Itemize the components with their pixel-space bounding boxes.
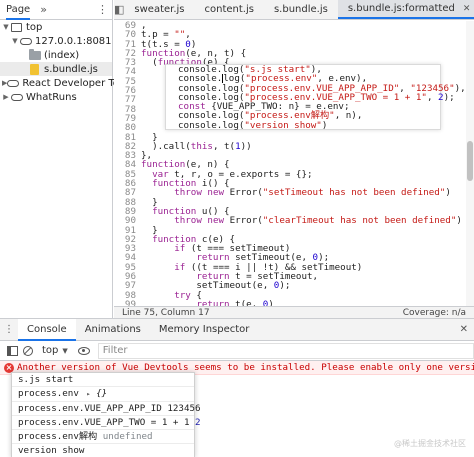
scroll-thumb[interactable] <box>467 141 473 181</box>
tree-item-label: (index) <box>44 49 80 61</box>
tree-item[interactable]: ▼ 127.0.0.1:8081 <box>0 34 112 48</box>
tree-item-label: WhatRuns <box>26 91 77 103</box>
console-log-entry[interactable]: version show <box>12 444 194 457</box>
toggle-navigator-icon[interactable]: ◧ <box>114 0 124 19</box>
tree-item-label: s.bundle.js <box>44 63 98 75</box>
log-text: process.env <box>18 388 85 400</box>
tab-console[interactable]: Console <box>18 318 76 341</box>
console-log-entry[interactable]: process.env.VUE_APP_TWO = 1 + 1 2 <box>12 416 201 431</box>
console-log-entry[interactable]: process.env.VUE_APP_APP_ID 123456 <box>12 402 201 416</box>
tree-item-label: top <box>26 21 43 33</box>
collapse-arrow-icon[interactable]: ▶ <box>2 93 10 101</box>
tree-item[interactable]: ▶ React Developer Tools <box>0 76 133 90</box>
file-icon <box>28 63 41 75</box>
file-icon <box>28 48 41 61</box>
navigator-panel: Page » ⋮ ▼ top ▼ 127.0.0.1:8081 (index) s.bun… <box>0 0 133 318</box>
editor-scrollbar[interactable] <box>466 21 474 306</box>
tree-item[interactable]: s.bundle.js <box>0 62 112 76</box>
editor-tab-label: content.js <box>204 4 254 15</box>
frame-icon <box>10 22 23 33</box>
coverage-status: Coverage: n/a <box>402 307 466 318</box>
expand-arrow-icon[interactable]: ▼ <box>11 37 19 45</box>
editor-tab[interactable]: content.js <box>195 0 264 19</box>
close-drawer-icon[interactable]: ✕ <box>460 324 468 335</box>
cloud-icon <box>10 92 23 103</box>
kebab-menu-icon[interactable]: ⋮ <box>97 3 108 16</box>
cursor-position: Line 75, Column 17 <box>122 307 210 318</box>
code-text: console.log("version show") <box>178 119 328 131</box>
tree-item[interactable]: ▼ top <box>0 20 112 34</box>
code-text: ).call(this, t(1)) <box>141 140 252 152</box>
tree-item[interactable]: ▶ WhatRuns <box>0 90 112 104</box>
code-text: throw new Error("clearTimeout has not be… <box>174 215 462 227</box>
cloud-icon <box>7 78 20 89</box>
highlighted-code-line: console.log("version show") <box>166 119 466 131</box>
highlighted-code: console.log("s.js start"), console.log("p… <box>166 65 466 130</box>
chevron-down-icon: ▼ <box>62 346 68 355</box>
clear-console-icon[interactable] <box>20 344 36 358</box>
tree-item[interactable]: (index) <box>0 48 112 62</box>
log-text: process.env解构 <box>18 431 103 443</box>
navigator-tabbar: Page » ⋮ <box>0 0 112 20</box>
code-line: 90 throw new Error("clearTimeout has not… <box>114 215 474 227</box>
console-log-entry[interactable]: s.js start <box>12 373 194 388</box>
text-cursor <box>222 74 224 84</box>
log-text: version show <box>18 445 85 457</box>
drawer-tabbar: ⋮ Console Animations Memory Inspector ✕ <box>0 318 474 341</box>
editor-tab[interactable]: s.bundle.js:formatted ✕ <box>337 0 474 19</box>
tab-page[interactable]: Page <box>6 0 31 20</box>
expand-arrow-icon[interactable]: ▼ <box>2 23 10 31</box>
log-text: process.env.VUE_APP_TWO = 1 + 1 <box>18 416 196 428</box>
source-editor: ◧ sweater.js content.js s.bundle.js s.bundl… <box>114 0 474 318</box>
code-line: 87 throw new Error("setTimeout has not b… <box>114 187 474 199</box>
error-icon: × <box>4 362 14 373</box>
editor-tab[interactable]: sweater.js <box>124 0 194 19</box>
console-log-list: s.js start process.env ▸ {} process.env.VU… <box>11 372 201 457</box>
live-expression-icon[interactable] <box>77 346 90 355</box>
filter-input[interactable]: Filter <box>97 342 474 359</box>
context-label: top <box>42 345 59 356</box>
file-tree: ▼ top ▼ 127.0.0.1:8081 (index) s.bundle.js ▶ Re… <box>0 20 133 104</box>
cloud-icon <box>19 36 32 47</box>
close-tab-icon[interactable]: ✕ <box>463 4 471 14</box>
editor-tabbar: ◧ sweater.js content.js s.bundle.js s.bundl… <box>114 0 474 20</box>
editor-tab[interactable]: s.bundle.js <box>264 0 338 19</box>
editor-tab-label: s.bundle.js:formatted <box>347 3 455 14</box>
editor-statusbar: Line 75, Column 17 Coverage: n/a <box>114 306 474 318</box>
more-tabs-icon[interactable]: » <box>40 3 47 16</box>
log-text: undefined <box>102 431 153 443</box>
drawer-menu-icon[interactable]: ⋮ <box>0 324 18 335</box>
log-text: process.env.VUE_APP_APP_ID 123456 <box>18 402 201 414</box>
log-text: 2 <box>195 416 201 428</box>
tab-animations[interactable]: Animations <box>76 319 150 341</box>
tab-memory-inspector[interactable]: Memory Inspector <box>150 319 259 341</box>
watermark: @稀土掘金技术社区 <box>394 439 466 448</box>
editor-tab-label: sweater.js <box>134 4 185 15</box>
console-log-entry[interactable]: process.env ▸ {} <box>12 387 194 402</box>
console-log-entry[interactable]: process.env解构 undefined <box>12 430 194 445</box>
tree-item-label: 127.0.0.1:8081 <box>35 35 112 47</box>
log-text: {} <box>90 388 108 400</box>
code-text: throw new Error("setTimeout has not been… <box>174 187 451 199</box>
editor-tab-label: s.bundle.js <box>273 4 328 15</box>
console-sidebar-icon[interactable] <box>4 344 20 358</box>
code-line: 82 ).call(this, t(1)) <box>114 140 474 152</box>
console-drawer: ⋮ Console Animations Memory Inspector ✕ top… <box>0 318 474 457</box>
context-select[interactable]: top ▼ <box>42 345 68 356</box>
console-toolbar: top ▼ Filter <box>0 341 474 361</box>
log-text: s.js start <box>18 374 74 385</box>
